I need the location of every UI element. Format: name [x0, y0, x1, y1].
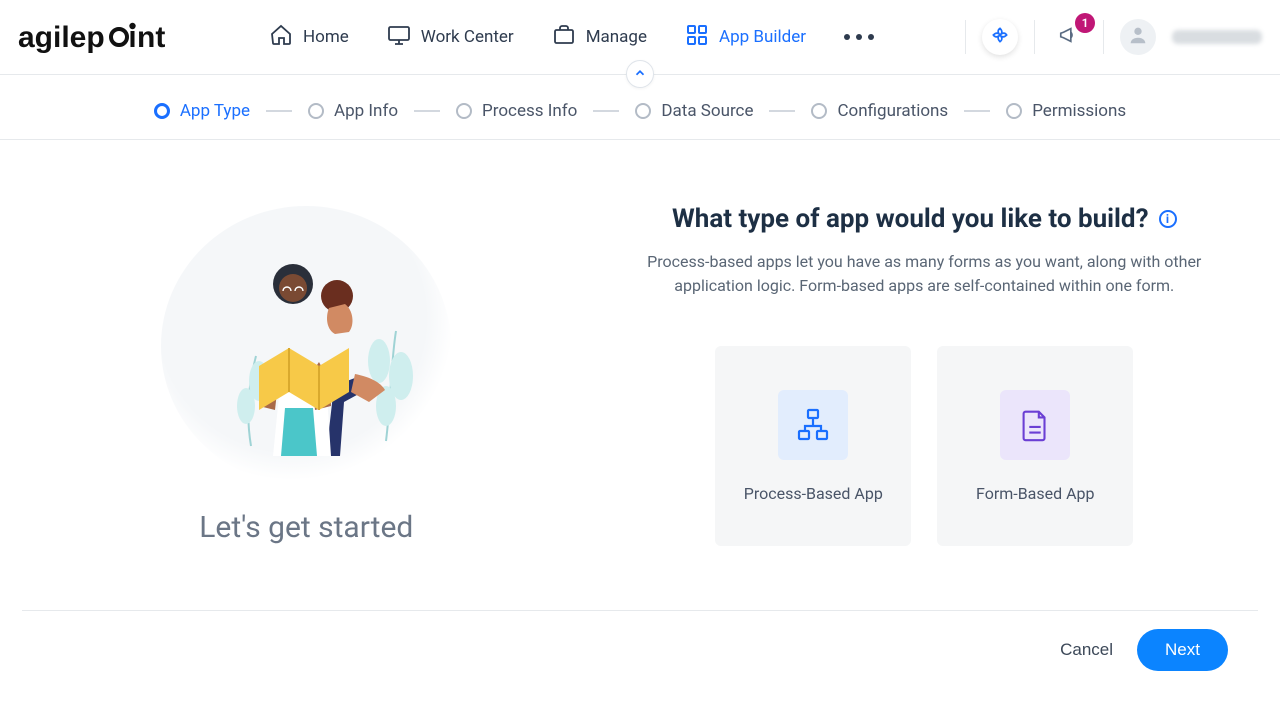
main-title-row: What type of app would you like to build…	[672, 204, 1177, 234]
step-indicator-icon	[154, 103, 170, 119]
step-indicator-icon	[1006, 103, 1022, 119]
step-data-source[interactable]: Data Source	[635, 101, 753, 121]
next-button[interactable]: Next	[1137, 629, 1228, 671]
notification-badge: 1	[1075, 13, 1095, 33]
nav-work-center[interactable]: Work Center	[387, 23, 514, 52]
briefcase-icon	[552, 23, 576, 52]
step-configurations[interactable]: Configurations	[811, 101, 948, 121]
main-title: What type of app would you like to build…	[672, 204, 1149, 234]
info-icon[interactable]: i	[1159, 210, 1177, 228]
header-right-tools: 1	[965, 19, 1262, 55]
notifications-button[interactable]: 1	[1051, 19, 1087, 55]
nav-more[interactable]	[844, 34, 874, 40]
step-label: Permissions	[1032, 101, 1126, 121]
nav-home[interactable]: Home	[269, 23, 349, 52]
card-process-based-app[interactable]: Process-Based App	[715, 346, 911, 546]
card-label: Process-Based App	[744, 484, 883, 503]
step-connector	[769, 110, 795, 112]
step-connector	[266, 110, 292, 112]
form-app-icon	[1000, 390, 1070, 460]
nav-work-center-label: Work Center	[421, 27, 514, 47]
cancel-button[interactable]: Cancel	[1060, 640, 1113, 660]
logo[interactable]: agilep nt	[18, 17, 178, 57]
monitor-icon	[387, 23, 411, 52]
nav-app-builder[interactable]: App Builder	[685, 23, 806, 52]
step-app-info[interactable]: App Info	[308, 101, 398, 121]
divider	[1034, 20, 1035, 54]
main-content: Let's get started What type of app would…	[0, 140, 1280, 610]
more-dots-icon	[844, 34, 850, 40]
step-process-info[interactable]: Process Info	[456, 101, 577, 121]
step-label: Process Info	[482, 101, 577, 121]
step-indicator-icon	[456, 103, 472, 119]
divider	[1103, 20, 1104, 54]
user-icon	[1127, 24, 1149, 50]
step-label: Data Source	[661, 101, 753, 121]
step-label: App Type	[180, 101, 250, 121]
pinwheel-icon	[990, 25, 1010, 49]
svg-text:nt: nt	[137, 21, 165, 54]
svg-text:agilep: agilep	[18, 21, 105, 54]
nav-manage[interactable]: Manage	[552, 23, 647, 52]
step-permissions[interactable]: Permissions	[1006, 101, 1126, 121]
step-connector	[593, 110, 619, 112]
step-app-type[interactable]: App Type	[154, 101, 250, 121]
app-type-cards: Process-Based App Form-Based App	[715, 346, 1133, 546]
user-name-redacted	[1172, 30, 1262, 44]
hero-column: Let's get started	[22, 140, 591, 610]
process-app-icon	[778, 390, 848, 460]
divider	[965, 20, 966, 54]
step-label: App Info	[334, 101, 398, 121]
step-connector	[964, 110, 990, 112]
step-indicator-icon	[308, 103, 324, 119]
step-indicator-icon	[811, 103, 827, 119]
hero-title: Let's get started	[199, 510, 413, 545]
step-indicator-icon	[635, 103, 651, 119]
step-connector	[414, 110, 440, 112]
form-column: What type of app would you like to build…	[591, 140, 1258, 610]
main-description: Process-based apps let you have as many …	[634, 250, 1214, 298]
card-form-based-app[interactable]: Form-Based App	[937, 346, 1133, 546]
card-label: Form-Based App	[976, 484, 1095, 503]
nav-manage-label: Manage	[586, 27, 647, 47]
app-grid-icon	[685, 23, 709, 52]
hero-illustration	[161, 206, 451, 486]
launcher-button[interactable]	[982, 19, 1018, 55]
collapse-header-toggle[interactable]	[626, 60, 654, 88]
nav-app-builder-label: App Builder	[719, 27, 806, 47]
people-reading-map-illustration	[161, 206, 451, 486]
step-label: Configurations	[837, 101, 948, 121]
user-avatar[interactable]	[1120, 19, 1156, 55]
wizard-footer: Cancel Next	[22, 610, 1258, 681]
top-header: agilep nt Home Work Center Manage	[0, 0, 1280, 75]
nav-home-label: Home	[303, 27, 349, 47]
home-icon	[269, 23, 293, 52]
top-nav: Home Work Center Manage App Builder	[269, 23, 874, 52]
chevron-up-icon	[633, 65, 647, 84]
